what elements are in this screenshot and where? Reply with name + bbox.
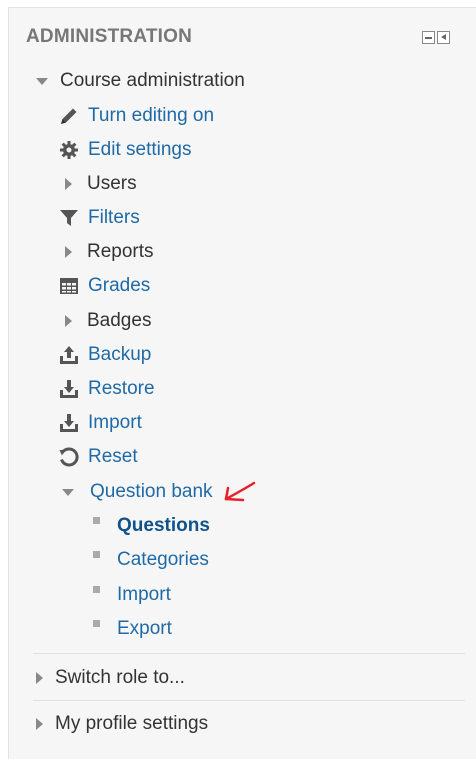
tree-item-filters[interactable]: Filters <box>58 203 140 233</box>
gear-icon <box>58 139 80 161</box>
switch-role-label: Switch role to... <box>55 667 185 688</box>
tree-item-grades[interactable]: Grades <box>58 271 150 301</box>
grades-link[interactable]: Grades <box>88 275 150 297</box>
tree-item-qb-import[interactable]: Import <box>90 580 171 610</box>
tree-item-restore[interactable]: Restore <box>58 374 155 404</box>
reports-label: Reports <box>87 241 154 262</box>
bullet-icon <box>93 585 100 593</box>
tree-item-categories[interactable]: Categories <box>90 545 209 575</box>
collapsed-arrow-icon <box>65 315 72 327</box>
tree-item-edit-settings[interactable]: Edit settings <box>58 135 192 165</box>
tree-item-badges[interactable]: Badges <box>62 306 151 336</box>
collapsed-arrow-icon <box>65 178 72 190</box>
divider <box>33 653 465 654</box>
export-link[interactable]: Export <box>117 618 172 640</box>
reset-link[interactable]: Reset <box>88 446 138 468</box>
tree-item-switch-role[interactable]: Switch role to... <box>36 663 185 693</box>
questions-link[interactable]: Questions <box>117 515 210 537</box>
block-controls <box>422 31 450 44</box>
tree-item-users[interactable]: Users <box>62 169 137 199</box>
qb-import-link[interactable]: Import <box>117 584 171 606</box>
expanded-arrow-icon <box>62 488 74 496</box>
categories-link[interactable]: Categories <box>117 549 209 571</box>
tree-item-export[interactable]: Export <box>90 614 172 644</box>
tree-item-question-bank[interactable]: Question bank <box>62 477 257 507</box>
edit-settings-link[interactable]: Edit settings <box>88 139 192 161</box>
bullet-icon <box>93 516 100 524</box>
course-administration-label: Course administration <box>60 70 245 91</box>
restore-link[interactable]: Restore <box>88 378 155 400</box>
collapsed-arrow-icon <box>36 718 43 730</box>
tree-item-reset[interactable]: Reset <box>58 442 138 472</box>
backup-link[interactable]: Backup <box>88 344 151 366</box>
badges-label: Badges <box>87 310 152 331</box>
refresh-icon <box>58 446 80 468</box>
block-title: ADMINISTRATION <box>26 26 193 47</box>
dock-block-icon[interactable] <box>437 31 450 44</box>
pencil-icon <box>58 105 80 127</box>
filters-link[interactable]: Filters <box>88 207 140 229</box>
table-icon <box>58 275 80 297</box>
tree-item-import[interactable]: Import <box>58 408 142 438</box>
expanded-arrow-icon <box>36 77 48 85</box>
download-icon <box>58 378 80 400</box>
profile-settings-label: My profile settings <box>55 713 209 734</box>
users-label: Users <box>87 173 137 194</box>
tree-item-turn-editing[interactable]: Turn editing on <box>58 101 214 131</box>
tree-item-questions[interactable]: Questions <box>90 511 210 541</box>
turn-editing-link[interactable]: Turn editing on <box>88 105 214 127</box>
funnel-icon <box>58 207 80 229</box>
bullet-icon <box>93 550 100 558</box>
tree-item-backup[interactable]: Backup <box>58 340 151 370</box>
upload-icon <box>58 344 80 366</box>
tree-item-reports[interactable]: Reports <box>62 237 154 267</box>
red-arrow-annotation-icon <box>221 480 257 504</box>
divider <box>33 700 465 701</box>
download-icon <box>58 412 80 434</box>
question-bank-link[interactable]: Question bank <box>90 481 213 503</box>
import-link[interactable]: Import <box>88 412 142 434</box>
tree-item-profile-settings[interactable]: My profile settings <box>36 709 208 739</box>
collapsed-arrow-icon <box>65 246 72 258</box>
collapse-block-icon[interactable] <box>422 31 435 44</box>
bullet-icon <box>93 619 100 627</box>
tree-item-course-administration[interactable]: Course administration <box>36 66 245 96</box>
collapsed-arrow-icon <box>36 672 43 684</box>
